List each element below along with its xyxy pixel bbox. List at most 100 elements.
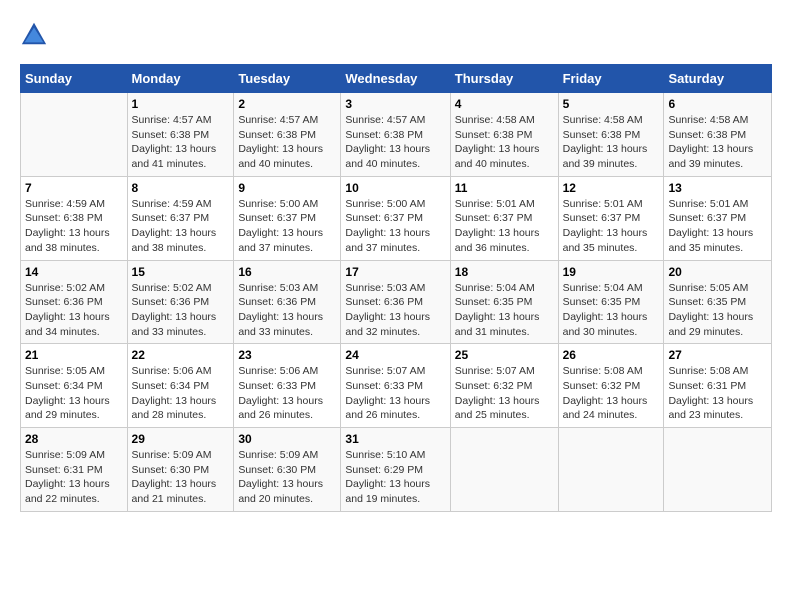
day-cell: 20 Sunrise: 5:05 AMSunset: 6:35 PMDayligh… — [664, 260, 772, 344]
col-header-monday: Monday — [127, 65, 234, 93]
day-cell — [21, 93, 128, 177]
day-number: 18 — [455, 265, 554, 279]
day-cell: 10Sunrise: 5:00 AMSunset: 6:37 PMDayligh… — [341, 176, 450, 260]
day-info: Sunrise: 4:58 AMSunset: 6:38 PMDaylight:… — [455, 113, 554, 172]
week-row-3: 21 Sunrise: 5:05 AMSunset: 6:34 PMDayligh… — [21, 344, 772, 428]
day-number: 1 — [132, 97, 230, 111]
col-header-sunday: Sunday — [21, 65, 128, 93]
week-row-4: 28 Sunrise: 5:09 AMSunset: 6:31 PMDayligh… — [21, 428, 772, 512]
day-cell: 21 Sunrise: 5:05 AMSunset: 6:34 PMDayligh… — [21, 344, 128, 428]
page-header — [20, 20, 772, 48]
col-header-tuesday: Tuesday — [234, 65, 341, 93]
day-info: Sunrise: 5:06 AMSunset: 6:34 PMDaylight:… — [132, 364, 230, 423]
day-cell: 9 Sunrise: 5:00 AMSunset: 6:37 PMDaylight… — [234, 176, 341, 260]
day-cell: 19Sunrise: 5:04 AMSunset: 6:35 PMDayligh… — [558, 260, 664, 344]
day-info: Sunrise: 4:57 AMSunset: 6:38 PMDaylight:… — [345, 113, 445, 172]
day-info: Sunrise: 5:02 AMSunset: 6:36 PMDaylight:… — [132, 281, 230, 340]
day-cell: 4 Sunrise: 4:58 AMSunset: 6:38 PMDaylight… — [450, 93, 558, 177]
col-header-wednesday: Wednesday — [341, 65, 450, 93]
day-info: Sunrise: 5:02 AMSunset: 6:36 PMDaylight:… — [25, 281, 123, 340]
day-info: Sunrise: 5:04 AMSunset: 6:35 PMDaylight:… — [455, 281, 554, 340]
day-number: 21 — [25, 348, 123, 362]
header-row: SundayMondayTuesdayWednesdayThursdayFrid… — [21, 65, 772, 93]
day-info: Sunrise: 5:05 AMSunset: 6:35 PMDaylight:… — [668, 281, 767, 340]
day-number: 29 — [132, 432, 230, 446]
day-info: Sunrise: 5:07 AMSunset: 6:33 PMDaylight:… — [345, 364, 445, 423]
day-info: Sunrise: 4:57 AMSunset: 6:38 PMDaylight:… — [238, 113, 336, 172]
day-cell: 25 Sunrise: 5:07 AMSunset: 6:32 PMDayligh… — [450, 344, 558, 428]
day-number: 15 — [132, 265, 230, 279]
day-cell: 27 Sunrise: 5:08 AMSunset: 6:31 PMDayligh… — [664, 344, 772, 428]
day-number: 6 — [668, 97, 767, 111]
day-number: 8 — [132, 181, 230, 195]
day-number: 11 — [455, 181, 554, 195]
day-info: Sunrise: 5:09 AMSunset: 6:31 PMDaylight:… — [25, 448, 123, 507]
logo-icon — [20, 20, 48, 48]
day-number: 31 — [345, 432, 445, 446]
col-header-friday: Friday — [558, 65, 664, 93]
day-cell: 17Sunrise: 5:03 AMSunset: 6:36 PMDayligh… — [341, 260, 450, 344]
day-info: Sunrise: 5:01 AMSunset: 6:37 PMDaylight:… — [668, 197, 767, 256]
day-number: 23 — [238, 348, 336, 362]
day-info: Sunrise: 5:08 AMSunset: 6:31 PMDaylight:… — [668, 364, 767, 423]
day-cell: 30 Sunrise: 5:09 AMSunset: 6:30 PMDayligh… — [234, 428, 341, 512]
day-info: Sunrise: 5:07 AMSunset: 6:32 PMDaylight:… — [455, 364, 554, 423]
day-number: 30 — [238, 432, 336, 446]
day-cell — [664, 428, 772, 512]
day-number: 3 — [345, 97, 445, 111]
day-cell: 7 Sunrise: 4:59 AMSunset: 6:38 PMDaylight… — [21, 176, 128, 260]
col-header-thursday: Thursday — [450, 65, 558, 93]
day-number: 26 — [563, 348, 660, 362]
day-info: Sunrise: 5:06 AMSunset: 6:33 PMDaylight:… — [238, 364, 336, 423]
week-row-0: 1 Sunrise: 4:57 AMSunset: 6:38 PMDaylight… — [21, 93, 772, 177]
day-number: 12 — [563, 181, 660, 195]
day-number: 16 — [238, 265, 336, 279]
day-cell: 18 Sunrise: 5:04 AMSunset: 6:35 PMDayligh… — [450, 260, 558, 344]
day-info: Sunrise: 4:57 AMSunset: 6:38 PMDaylight:… — [132, 113, 230, 172]
day-info: Sunrise: 5:08 AMSunset: 6:32 PMDaylight:… — [563, 364, 660, 423]
calendar-table: SundayMondayTuesdayWednesdayThursdayFrid… — [20, 64, 772, 512]
day-info: Sunrise: 5:00 AMSunset: 6:37 PMDaylight:… — [345, 197, 445, 256]
day-info: Sunrise: 5:03 AMSunset: 6:36 PMDaylight:… — [345, 281, 445, 340]
day-number: 4 — [455, 97, 554, 111]
week-row-1: 7 Sunrise: 4:59 AMSunset: 6:38 PMDaylight… — [21, 176, 772, 260]
day-number: 22 — [132, 348, 230, 362]
day-info: Sunrise: 5:09 AMSunset: 6:30 PMDaylight:… — [132, 448, 230, 507]
day-cell: 6 Sunrise: 4:58 AMSunset: 6:38 PMDaylight… — [664, 93, 772, 177]
day-info: Sunrise: 5:05 AMSunset: 6:34 PMDaylight:… — [25, 364, 123, 423]
day-cell: 23 Sunrise: 5:06 AMSunset: 6:33 PMDayligh… — [234, 344, 341, 428]
day-number: 9 — [238, 181, 336, 195]
day-number: 25 — [455, 348, 554, 362]
day-cell: 24Sunrise: 5:07 AMSunset: 6:33 PMDayligh… — [341, 344, 450, 428]
day-cell — [558, 428, 664, 512]
day-info: Sunrise: 5:01 AMSunset: 6:37 PMDaylight:… — [563, 197, 660, 256]
day-cell: 28 Sunrise: 5:09 AMSunset: 6:31 PMDayligh… — [21, 428, 128, 512]
day-cell: 12 Sunrise: 5:01 AMSunset: 6:37 PMDayligh… — [558, 176, 664, 260]
logo — [20, 20, 52, 48]
day-cell — [450, 428, 558, 512]
day-cell: 8 Sunrise: 4:59 AMSunset: 6:37 PMDaylight… — [127, 176, 234, 260]
day-cell: 15 Sunrise: 5:02 AMSunset: 6:36 PMDayligh… — [127, 260, 234, 344]
day-info: Sunrise: 5:00 AMSunset: 6:37 PMDaylight:… — [238, 197, 336, 256]
day-info: Sunrise: 4:59 AMSunset: 6:38 PMDaylight:… — [25, 197, 123, 256]
week-row-2: 14 Sunrise: 5:02 AMSunset: 6:36 PMDayligh… — [21, 260, 772, 344]
day-info: Sunrise: 5:01 AMSunset: 6:37 PMDaylight:… — [455, 197, 554, 256]
day-info: Sunrise: 5:04 AMSunset: 6:35 PMDaylight:… — [563, 281, 660, 340]
day-info: Sunrise: 4:58 AMSunset: 6:38 PMDaylight:… — [563, 113, 660, 172]
day-info: Sunrise: 5:09 AMSunset: 6:30 PMDaylight:… — [238, 448, 336, 507]
day-cell: 13Sunrise: 5:01 AMSunset: 6:37 PMDayligh… — [664, 176, 772, 260]
day-number: 14 — [25, 265, 123, 279]
day-number: 20 — [668, 265, 767, 279]
day-number: 5 — [563, 97, 660, 111]
day-info: Sunrise: 4:59 AMSunset: 6:37 PMDaylight:… — [132, 197, 230, 256]
day-info: Sunrise: 5:10 AMSunset: 6:29 PMDaylight:… — [345, 448, 445, 507]
day-number: 7 — [25, 181, 123, 195]
day-number: 27 — [668, 348, 767, 362]
day-cell: 16Sunrise: 5:03 AMSunset: 6:36 PMDayligh… — [234, 260, 341, 344]
day-number: 28 — [25, 432, 123, 446]
day-cell: 2Sunrise: 4:57 AMSunset: 6:38 PMDaylight… — [234, 93, 341, 177]
day-cell: 5 Sunrise: 4:58 AMSunset: 6:38 PMDaylight… — [558, 93, 664, 177]
day-cell: 26 Sunrise: 5:08 AMSunset: 6:32 PMDayligh… — [558, 344, 664, 428]
day-cell: 29 Sunrise: 5:09 AMSunset: 6:30 PMDayligh… — [127, 428, 234, 512]
day-info: Sunrise: 4:58 AMSunset: 6:38 PMDaylight:… — [668, 113, 767, 172]
